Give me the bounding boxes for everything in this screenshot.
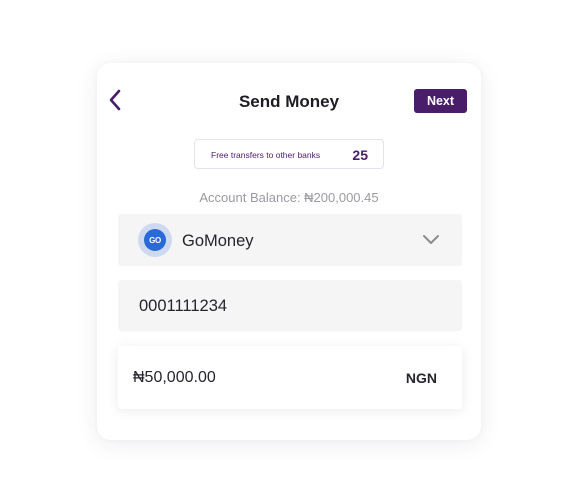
free-transfers-badge: Free transfers to other banks 25	[194, 139, 384, 169]
currency-label: NGN	[405, 370, 437, 386]
bank-logo: GO	[138, 223, 172, 257]
amount-field[interactable]: ₦50,000.00 NGN	[118, 346, 462, 409]
gomoney-logo-icon: GO	[144, 229, 166, 251]
account-number-value: 0001111234	[139, 297, 228, 315]
next-button[interactable]: Next	[414, 89, 467, 113]
free-transfers-label: Free transfers to other banks	[211, 150, 321, 160]
amount-value: ₦50,000.00	[133, 369, 216, 386]
bank-select[interactable]: GO GoMoney	[118, 214, 462, 266]
free-transfers-count: 25	[352, 147, 368, 163]
account-number-field[interactable]: 0001111234	[118, 280, 462, 331]
bank-name: GoMoney	[182, 232, 254, 250]
account-balance: Account Balance: ₦200,000.45	[199, 190, 379, 205]
chevron-down-icon	[423, 235, 439, 244]
send-money-card: Send Money Next Free transfers to other …	[97, 63, 481, 440]
